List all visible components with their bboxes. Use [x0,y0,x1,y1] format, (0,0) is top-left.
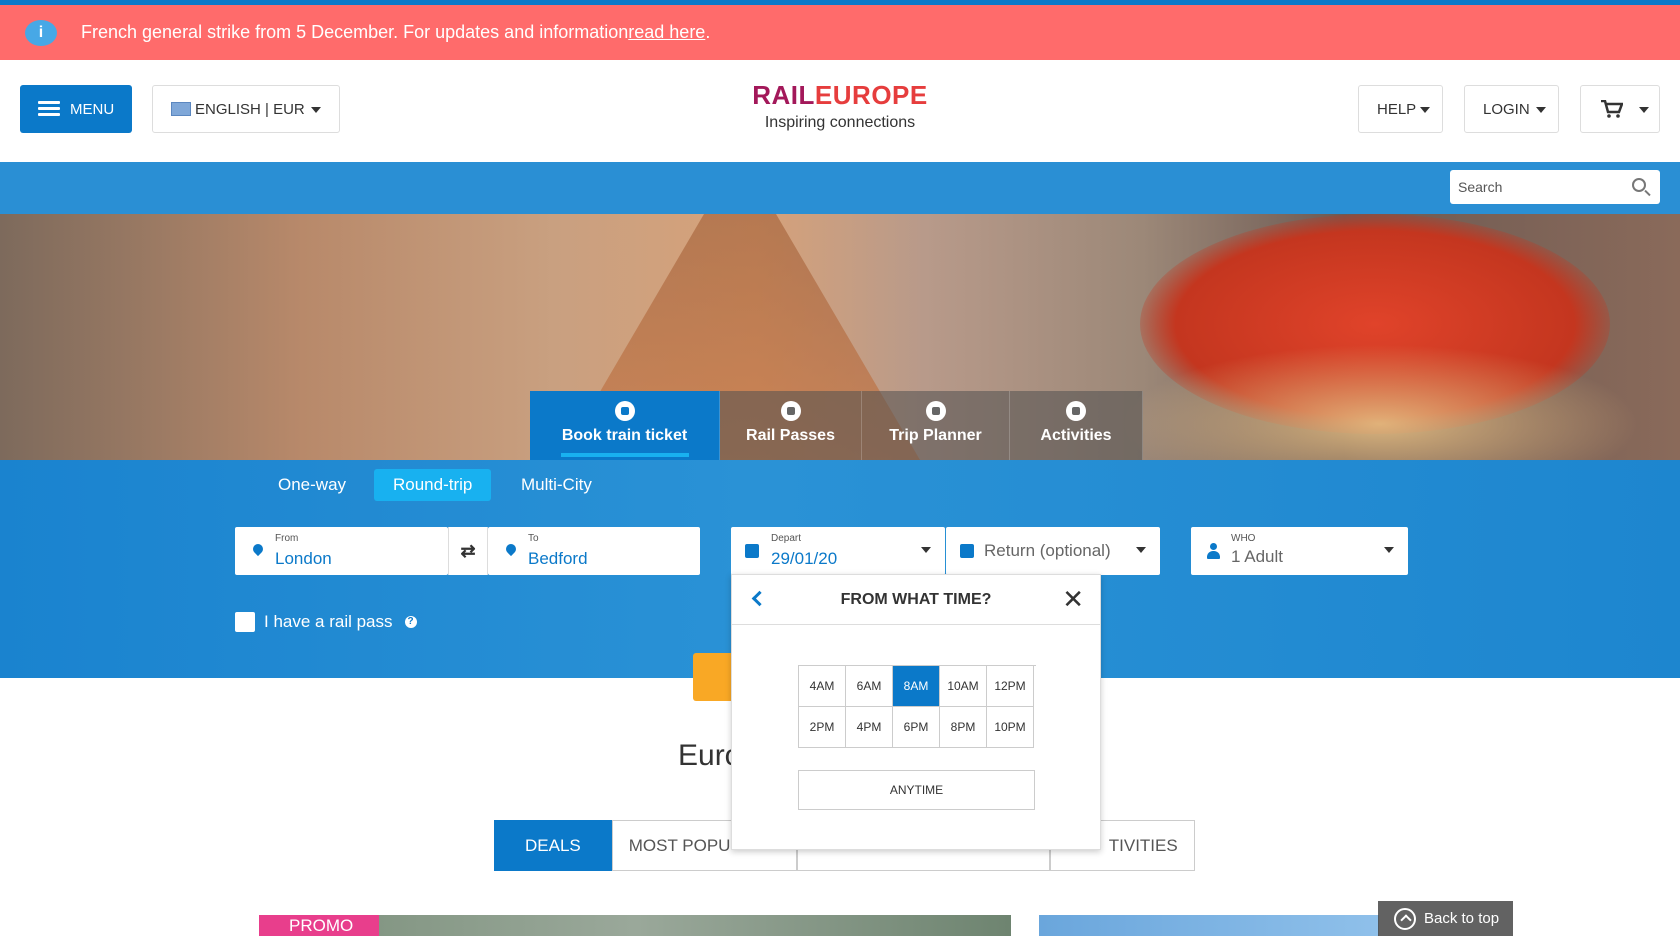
search-trains-button[interactable] [693,653,733,701]
brand-wordmark: RAILEUROPE [752,80,928,110]
location-pin-icon [250,541,266,557]
tab-label: Rail Passes [746,427,835,444]
menu-label: MENU [70,100,115,118]
tab-label: Activities [1040,427,1112,444]
cart-button[interactable] [1580,85,1660,133]
back-to-top-label: Back to top [1424,910,1500,927]
time-option[interactable]: 10PM [987,707,1034,748]
alert-banner: i French general strike from 5 December.… [0,0,1680,60]
language-selector[interactable]: ENGLISH | EUR [152,85,340,133]
active-tab-underline [560,453,689,457]
depart-value: 29/01/20 [771,549,838,568]
popup-header: FROM WHAT TIME? ✕ [732,575,1100,625]
help-button[interactable]: HELP [1358,85,1443,133]
time-option[interactable]: 2PM [799,707,846,748]
deal-card-image[interactable] [1039,915,1379,936]
help-icon[interactable]: ? [404,616,417,628]
chevron-down-icon [1639,107,1649,113]
who-field[interactable]: WHO 1 Adult [1191,527,1408,575]
calendar-icon [960,544,974,558]
chevron-down-icon [1536,107,1546,113]
depart-field[interactable]: Depart 29/01/20 [731,527,945,575]
close-icon[interactable]: ✕ [1062,586,1084,612]
language-label: ENGLISH | EUR [195,100,305,118]
time-option[interactable]: 6AM [846,666,893,707]
to-field[interactable]: To Bedford [488,527,700,575]
train-icon [614,401,635,421]
promo-badge: PROMO [259,915,379,936]
to-value: Bedford [528,549,588,568]
trip-one-way[interactable]: One-way [259,469,365,501]
arrow-up-icon [1394,907,1416,930]
login-button[interactable]: LOGIN [1464,85,1559,133]
who-label: WHO [1231,533,1256,544]
return-field[interactable]: Return (optional) [946,527,1160,575]
chevron-down-icon [311,107,321,113]
tab-label: Trip Planner [889,427,982,444]
cart-icon [1601,100,1623,118]
time-picker-popup: FROM WHAT TIME? ✕ 4AM 6AM 8AM 10AM 12PM … [731,574,1101,850]
ticket-icon [1066,401,1086,421]
login-label: LOGIN [1483,100,1530,118]
hair-shape [1120,344,1640,460]
calendar-icon [925,401,946,421]
to-label: To [528,533,539,544]
time-option[interactable]: 6PM [893,707,940,748]
from-value: London [275,549,332,568]
location-pin-icon [503,541,519,557]
tab-rail-passes[interactable]: Rail Passes [720,391,862,460]
rail-pass-option[interactable]: I have a rail pass ? [235,612,417,632]
tab-deals[interactable]: DEALS [494,820,612,871]
time-option[interactable]: 4AM [799,666,846,707]
time-option-selected[interactable]: 8AM [893,666,940,707]
brand-logo[interactable]: RAILEUROPE Inspiring connections [745,80,935,140]
person-icon [1207,543,1220,559]
chevron-down-icon [921,547,931,553]
rail-pass-label: I have a rail pass [264,612,393,631]
alert-text: French general strike from 5 December. F… [81,22,629,42]
who-value: 1 Adult [1231,547,1283,566]
search-input[interactable]: Search [1458,179,1502,195]
search-band: Search [0,162,1680,214]
time-option[interactable]: 8PM [940,707,987,748]
chevron-down-icon [1384,547,1394,553]
from-label: From [275,533,299,544]
back-to-top-button[interactable]: Back to top [1378,901,1513,936]
alert-read-here-link[interactable]: read here [628,22,705,43]
chevron-down-icon [1136,547,1146,553]
search-icon[interactable] [1632,178,1646,192]
time-grid: 4AM 6AM 8AM 10AM 12PM 2PM 4PM 6PM 8PM 10… [798,665,1036,748]
hamburger-icon [38,101,60,117]
tab-activities[interactable]: Activities [1010,391,1143,460]
anytime-button[interactable]: ANYTIME [798,770,1035,810]
time-option[interactable]: 10AM [940,666,987,707]
trip-round-trip[interactable]: Round-trip [374,469,492,501]
swap-stations-button[interactable]: ⇄ [448,527,488,575]
site-header: MENU ENGLISH | EUR RAILEUROPE Inspiring … [0,60,1680,160]
menu-button[interactable]: MENU [20,85,132,133]
from-field[interactable]: From London [235,527,448,575]
flag-icon [171,102,191,116]
search-box[interactable]: Search [1450,170,1660,204]
help-label: HELP [1377,100,1417,118]
brand-tagline: Inspiring connections [764,114,916,131]
tab-label: Book train ticket [561,427,688,444]
tab-book-train-ticket[interactable]: Book train ticket [530,391,720,460]
return-placeholder: Return (optional) [984,541,1111,560]
tab-trip-planner[interactable]: Trip Planner [862,391,1010,460]
calendar-icon [745,544,759,558]
depart-label: Depart [771,533,802,544]
trip-multi-city[interactable]: Multi-City [502,469,611,501]
info-icon: i [25,19,57,46]
booking-tabs: Book train ticket Rail Passes Trip Plann… [530,391,1143,460]
chevron-down-icon [1420,107,1430,113]
time-option[interactable]: 12PM [987,666,1034,707]
rail-pass-checkbox[interactable] [235,612,255,632]
popup-title: FROM WHAT TIME? [840,591,992,608]
time-option[interactable]: 4PM [846,707,893,748]
pass-icon [780,401,801,421]
alert-text-end: . [705,22,711,42]
